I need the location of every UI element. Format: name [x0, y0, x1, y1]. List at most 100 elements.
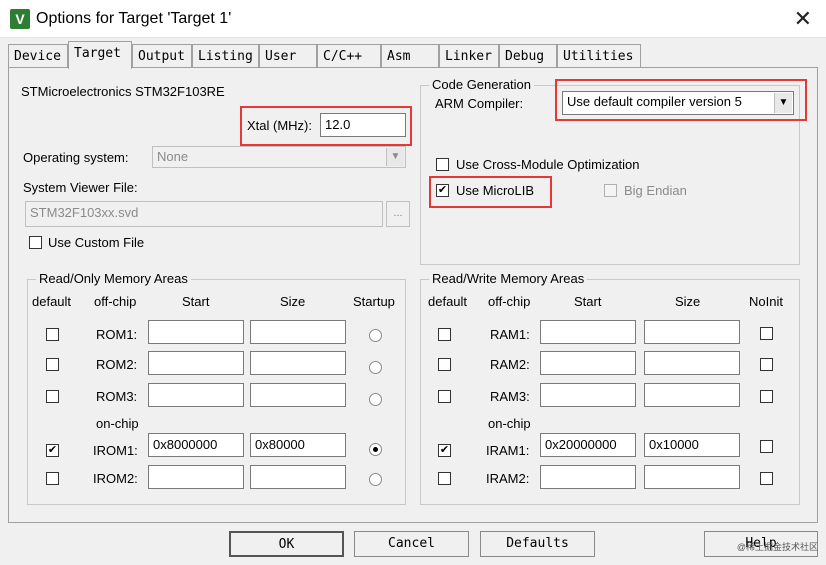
- chevron-down-icon: ▼: [386, 148, 404, 166]
- irom1-default-checkbox[interactable]: ✔: [46, 444, 59, 457]
- iram1-label: IRAM1:: [486, 443, 530, 458]
- highlight-xtal: [240, 106, 412, 146]
- window-title: Options for Target 'Target 1': [36, 10, 232, 27]
- close-icon[interactable]: ✕: [794, 6, 812, 32]
- tab-user[interactable]: User: [259, 44, 317, 68]
- irom2-label: IROM2:: [93, 471, 138, 486]
- tab-linker[interactable]: Linker: [439, 44, 499, 68]
- rom3-default-checkbox[interactable]: [46, 390, 59, 403]
- rom2-default-checkbox[interactable]: [46, 358, 59, 371]
- svd-input[interactable]: STM32F103xx.svd: [25, 201, 383, 227]
- rom-header-offchip: off-chip: [94, 294, 137, 309]
- rom-header-default: default: [32, 294, 72, 309]
- rom-legend: Read/Only Memory Areas: [36, 271, 191, 286]
- rom1-size-input[interactable]: [250, 320, 346, 344]
- svd-browse-button[interactable]: ...: [386, 201, 410, 227]
- rom-header-startup: Startup: [353, 294, 395, 309]
- ram-header-offchip: off-chip: [488, 294, 531, 309]
- code-generation-legend: Code Generation: [429, 77, 535, 92]
- compiler-label: ARM Compiler:: [435, 96, 524, 111]
- tab-c-cpp[interactable]: C/C++: [317, 44, 381, 68]
- ram1-size-input[interactable]: [644, 320, 740, 344]
- ram3-noinit-checkbox[interactable]: [760, 390, 773, 403]
- ram1-noinit-checkbox[interactable]: [760, 327, 773, 340]
- big-endian-checkbox[interactable]: [604, 184, 617, 197]
- ram2-noinit-checkbox[interactable]: [760, 358, 773, 371]
- tab-target[interactable]: Target: [68, 41, 132, 69]
- rom-header-size: Size: [280, 294, 306, 309]
- big-endian-label: Big Endian: [624, 183, 687, 198]
- iram2-label: IRAM2:: [486, 471, 530, 486]
- keil-app-icon: V: [10, 9, 30, 29]
- os-label: Operating system:: [23, 150, 129, 165]
- highlight-microlib: [429, 176, 552, 208]
- os-select[interactable]: None ▼: [152, 146, 406, 168]
- ram1-label: RAM1:: [490, 327, 530, 342]
- rom1-startup-radio[interactable]: [369, 329, 382, 342]
- rom1-label: ROM1:: [96, 327, 138, 342]
- rom2-size-input[interactable]: [250, 351, 346, 375]
- ram-header-noinit: NoInit: [749, 294, 783, 309]
- ram3-size-input[interactable]: [644, 383, 740, 407]
- rom2-label: ROM2:: [96, 357, 138, 372]
- ram2-default-checkbox[interactable]: [438, 358, 451, 371]
- ram-onchip-label: on-chip: [488, 416, 531, 431]
- irom1-label: IROM1:: [93, 443, 138, 458]
- irom1-startup-radio[interactable]: [369, 443, 382, 456]
- tab-device[interactable]: Device: [8, 44, 68, 68]
- ram1-default-checkbox[interactable]: [438, 328, 451, 341]
- rom1-default-checkbox[interactable]: [46, 328, 59, 341]
- ram-header-size: Size: [675, 294, 701, 309]
- rom3-label: ROM3:: [96, 389, 138, 404]
- rom2-startup-radio[interactable]: [369, 361, 382, 374]
- watermark: @稀土掘金技术社区: [736, 542, 818, 552]
- ram-header-default: default: [428, 294, 468, 309]
- iram1-noinit-checkbox[interactable]: [760, 440, 773, 453]
- ram3-default-checkbox[interactable]: [438, 390, 451, 403]
- tab-utilities[interactable]: Utilities: [557, 44, 641, 68]
- rom1-start-input[interactable]: [148, 320, 244, 344]
- rom3-startup-radio[interactable]: [369, 393, 382, 406]
- iram2-start-input[interactable]: [540, 465, 636, 489]
- cancel-button[interactable]: Cancel: [354, 531, 469, 557]
- ram2-start-input[interactable]: [540, 351, 636, 375]
- irom2-start-input[interactable]: [148, 465, 244, 489]
- title-bar: V Options for Target 'Target 1' ✕: [0, 0, 826, 38]
- iram1-start-input[interactable]: 0x20000000: [540, 433, 636, 457]
- iram2-size-input[interactable]: [644, 465, 740, 489]
- irom2-startup-radio[interactable]: [369, 473, 382, 486]
- custom-file-checkbox[interactable]: [29, 236, 42, 249]
- highlight-compiler: [555, 79, 807, 121]
- ram3-label: RAM3:: [490, 389, 530, 404]
- tab-listing[interactable]: Listing: [192, 44, 259, 68]
- rom3-size-input[interactable]: [250, 383, 346, 407]
- irom1-start-input[interactable]: 0x8000000: [148, 433, 244, 457]
- ram-legend: Read/Write Memory Areas: [429, 271, 588, 286]
- tab-asm[interactable]: Asm: [381, 44, 439, 68]
- os-value: None: [157, 149, 189, 164]
- rom2-start-input[interactable]: [148, 351, 244, 375]
- ram3-start-input[interactable]: [540, 383, 636, 407]
- ram1-start-input[interactable]: [540, 320, 636, 344]
- cross-module-checkbox[interactable]: [436, 158, 449, 171]
- iram1-default-checkbox[interactable]: ✔: [438, 444, 451, 457]
- rom-onchip-label: on-chip: [96, 416, 139, 431]
- ok-button[interactable]: OK: [229, 531, 344, 557]
- iram1-size-input[interactable]: 0x10000: [644, 433, 740, 457]
- ram2-size-input[interactable]: [644, 351, 740, 375]
- custom-file-label: Use Custom File: [48, 235, 145, 250]
- cross-module-label: Use Cross-Module Optimization: [456, 157, 640, 172]
- irom1-size-input[interactable]: 0x80000: [250, 433, 346, 457]
- device-name: STMicroelectronics STM32F103RE: [21, 84, 225, 99]
- iram2-default-checkbox[interactable]: [438, 472, 451, 485]
- rom-header-start: Start: [182, 294, 210, 309]
- rom3-start-input[interactable]: [148, 383, 244, 407]
- defaults-button[interactable]: Defaults: [480, 531, 595, 557]
- ram-header-start: Start: [574, 294, 602, 309]
- tab-output[interactable]: Output: [132, 44, 192, 68]
- tab-debug[interactable]: Debug: [499, 44, 557, 68]
- irom2-default-checkbox[interactable]: [46, 472, 59, 485]
- irom2-size-input[interactable]: [250, 465, 346, 489]
- svd-label: System Viewer File:: [23, 180, 138, 195]
- iram2-noinit-checkbox[interactable]: [760, 472, 773, 485]
